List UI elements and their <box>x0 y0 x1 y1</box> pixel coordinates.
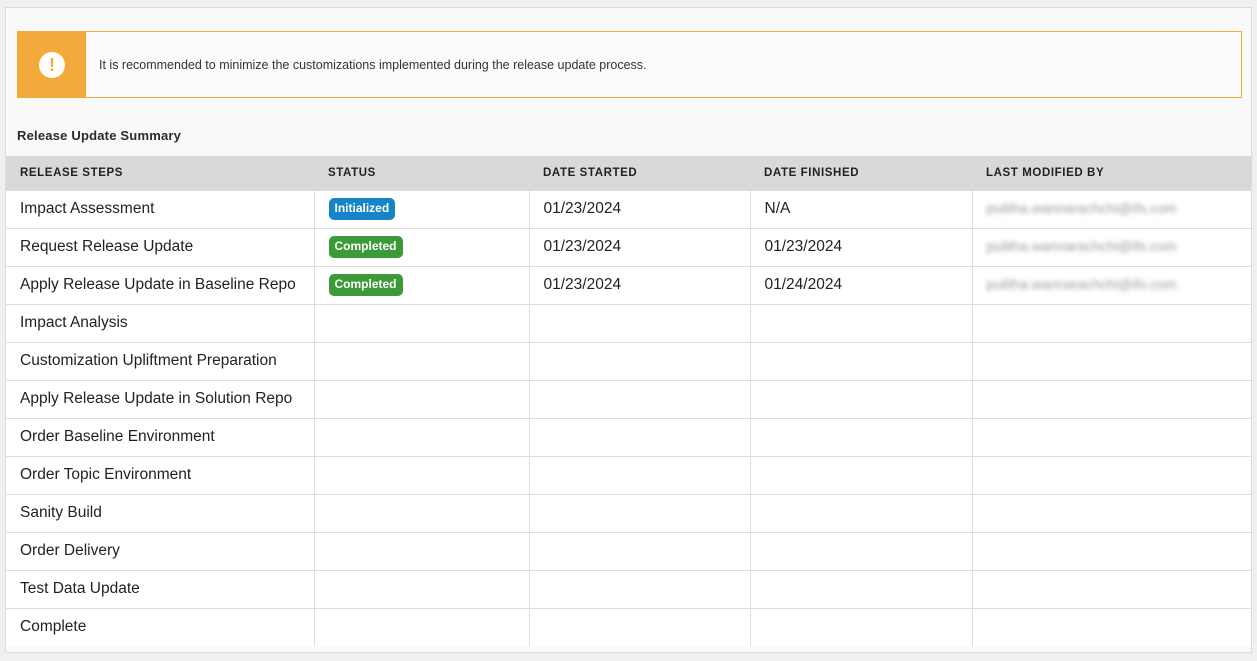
release-step-cell: Impact Assessment <box>6 189 315 228</box>
table-row[interactable]: Test Data Update <box>6 569 1251 608</box>
table-row[interactable]: Request Release Update Completed 01/23/202… <box>6 227 1251 266</box>
date-finished-cell <box>750 303 973 342</box>
status-cell <box>314 303 530 342</box>
date-started-cell <box>529 303 751 342</box>
table-row[interactable]: Sanity Build <box>6 493 1251 532</box>
last-modified-by-cell: pulitha.wannarachchi@ifs.com <box>972 227 1251 266</box>
header-status[interactable]: STATUS <box>314 156 529 190</box>
last-modified-by-cell <box>972 531 1251 570</box>
section-title: Release Update Summary <box>17 128 182 143</box>
modified-by-email: pulitha.wannarachchi@ifs.com <box>986 276 1177 292</box>
alert-icon-box: ! <box>18 32 86 97</box>
status-cell <box>314 493 530 532</box>
date-started-cell: 01/23/2024 <box>529 227 751 266</box>
date-finished-cell <box>750 455 973 494</box>
status-cell <box>314 607 530 646</box>
date-finished-cell <box>750 531 973 570</box>
last-modified-by-cell <box>972 379 1251 418</box>
header-date-finished[interactable]: DATE FINISHED <box>750 156 972 190</box>
release-step-cell: Apply Release Update in Solution Repo <box>6 379 315 418</box>
date-started-cell: 01/23/2024 <box>529 265 751 304</box>
table-row[interactable]: Order Delivery <box>6 531 1251 570</box>
release-step-cell: Complete <box>6 607 315 646</box>
last-modified-by-cell <box>972 569 1251 608</box>
last-modified-by-cell <box>972 493 1251 532</box>
release-step-cell: Request Release Update <box>6 227 315 266</box>
modified-by-email: pulitha.wannarachchi@ifs.com <box>986 238 1177 254</box>
date-started-cell <box>529 531 751 570</box>
date-finished-cell: N/A <box>750 189 973 228</box>
release-step-cell: Impact Analysis <box>6 303 315 342</box>
date-started-cell <box>529 379 751 418</box>
last-modified-by-cell: pulitha.wannarachchi@ifs.com <box>972 265 1251 304</box>
table-row[interactable]: Apply Release Update in Solution Repo <box>6 379 1251 418</box>
date-finished-cell <box>750 341 973 380</box>
warning-alert: ! It is recommended to minimize the cust… <box>17 31 1242 98</box>
status-cell: Completed <box>314 227 530 266</box>
release-step-cell: Apply Release Update in Baseline Repo <box>6 265 315 304</box>
table-row[interactable]: Impact Assessment Initialized 01/23/2024 N/… <box>6 189 1251 228</box>
table-row[interactable]: Complete <box>6 607 1251 646</box>
date-finished-cell <box>750 569 973 608</box>
release-step-cell: Sanity Build <box>6 493 315 532</box>
date-started-cell <box>529 493 751 532</box>
status-badge: Completed <box>328 274 403 296</box>
status-cell <box>314 379 530 418</box>
status-cell: Initialized <box>314 189 530 228</box>
status-cell: Completed <box>314 265 530 304</box>
header-date-started[interactable]: DATE STARTED <box>529 156 750 190</box>
last-modified-by-cell: pulitha.wannarachchi@ifs.com <box>972 189 1251 228</box>
status-cell <box>314 569 530 608</box>
release-step-cell: Order Topic Environment <box>6 455 315 494</box>
status-badge: Initialized <box>328 198 396 220</box>
status-cell <box>314 417 530 456</box>
exclamation-icon: ! <box>39 51 65 78</box>
last-modified-by-cell <box>972 341 1251 380</box>
table-row[interactable]: Impact Analysis <box>6 303 1251 342</box>
date-finished-cell: 01/23/2024 <box>750 227 973 266</box>
release-update-panel: ! It is recommended to minimize the cust… <box>5 7 1252 653</box>
last-modified-by-cell <box>972 607 1251 646</box>
release-step-cell: Customization Upliftment Preparation <box>6 341 315 380</box>
date-started-cell <box>529 341 751 380</box>
alert-message: It is recommended to minimize the custom… <box>99 57 647 72</box>
modified-by-email: pulitha.wannarachchi@ifs.com <box>986 200 1177 216</box>
last-modified-by-cell <box>972 417 1251 456</box>
date-finished-cell <box>750 493 973 532</box>
header-last-modified-by[interactable]: LAST MODIFIED BY <box>972 156 1251 190</box>
date-finished-cell: 01/24/2024 <box>750 265 973 304</box>
date-started-cell: 01/23/2024 <box>529 189 751 228</box>
status-cell <box>314 341 530 380</box>
date-finished-cell <box>750 607 973 646</box>
release-step-cell: Order Baseline Environment <box>6 417 315 456</box>
release-step-cell: Order Delivery <box>6 531 315 570</box>
date-started-cell <box>529 569 751 608</box>
status-cell <box>314 531 530 570</box>
table-header-row: RELEASE STEPS STATUS DATE STARTED DATE F… <box>6 156 1251 190</box>
date-started-cell <box>529 417 751 456</box>
table-row[interactable]: Customization Upliftment Preparation <box>6 341 1251 380</box>
date-started-cell <box>529 455 751 494</box>
date-finished-cell <box>750 417 973 456</box>
date-finished-cell <box>750 379 973 418</box>
status-cell <box>314 455 530 494</box>
date-started-cell <box>529 607 751 646</box>
table-row[interactable]: Order Topic Environment <box>6 455 1251 494</box>
header-release-steps[interactable]: RELEASE STEPS <box>6 156 314 190</box>
status-badge: Completed <box>328 236 403 258</box>
last-modified-by-cell <box>972 303 1251 342</box>
last-modified-by-cell <box>972 455 1251 494</box>
release-steps-table: RELEASE STEPS STATUS DATE STARTED DATE F… <box>6 156 1251 646</box>
table-row[interactable]: Order Baseline Environment <box>6 417 1251 456</box>
table-row[interactable]: Apply Release Update in Baseline Repo Com… <box>6 265 1251 304</box>
release-step-cell: Test Data Update <box>6 569 315 608</box>
